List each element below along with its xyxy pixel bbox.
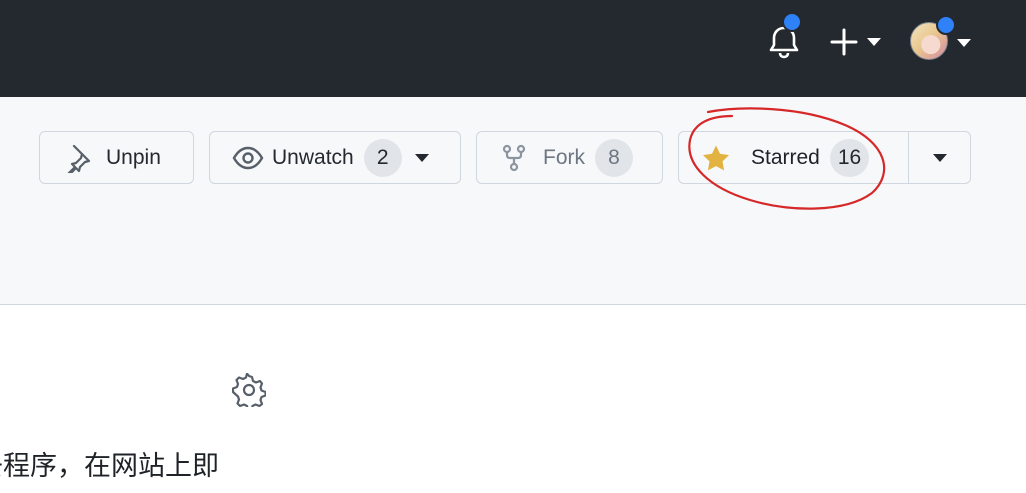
top-header [0,0,1026,97]
star-button-group: Starred 16 [678,131,971,184]
pin-icon [67,144,91,173]
fork-button[interactable]: Fork 8 [476,131,663,184]
unwatch-button[interactable]: Unwatch 2 [209,131,461,184]
repo-description: 去程序，在网站上即 [0,451,219,482]
settings-gear-button[interactable] [231,372,267,412]
chevron-down-icon [957,39,971,47]
forks-count: 8 [595,138,633,177]
stars-count: 16 [829,138,870,177]
eye-icon [232,146,264,169]
watchers-count: 2 [363,138,402,177]
chevron-down-icon [933,153,947,162]
notifications-button[interactable] [766,12,802,62]
starred-button[interactable]: Starred 16 [679,132,908,183]
gear-icon [231,372,267,412]
unpin-label: Unpin [106,145,161,169]
notification-indicator [782,12,802,32]
avatar-status-indicator [936,15,956,35]
create-new-button[interactable] [828,24,888,60]
chevron-down-icon [867,38,881,46]
unwatch-label: Unwatch [272,145,354,169]
star-lists-dropdown[interactable] [909,132,971,183]
starred-label: Starred [751,145,820,169]
star-filled-icon [703,145,729,170]
fork-label: Fork [543,145,585,169]
user-menu-button[interactable] [906,15,976,64]
repository-header: Unpin Unwatch 2 Fork 8 Starred 16 [0,97,1026,305]
chevron-down-icon [414,153,429,162]
unpin-button[interactable]: Unpin [39,131,194,184]
fork-icon [502,144,526,171]
